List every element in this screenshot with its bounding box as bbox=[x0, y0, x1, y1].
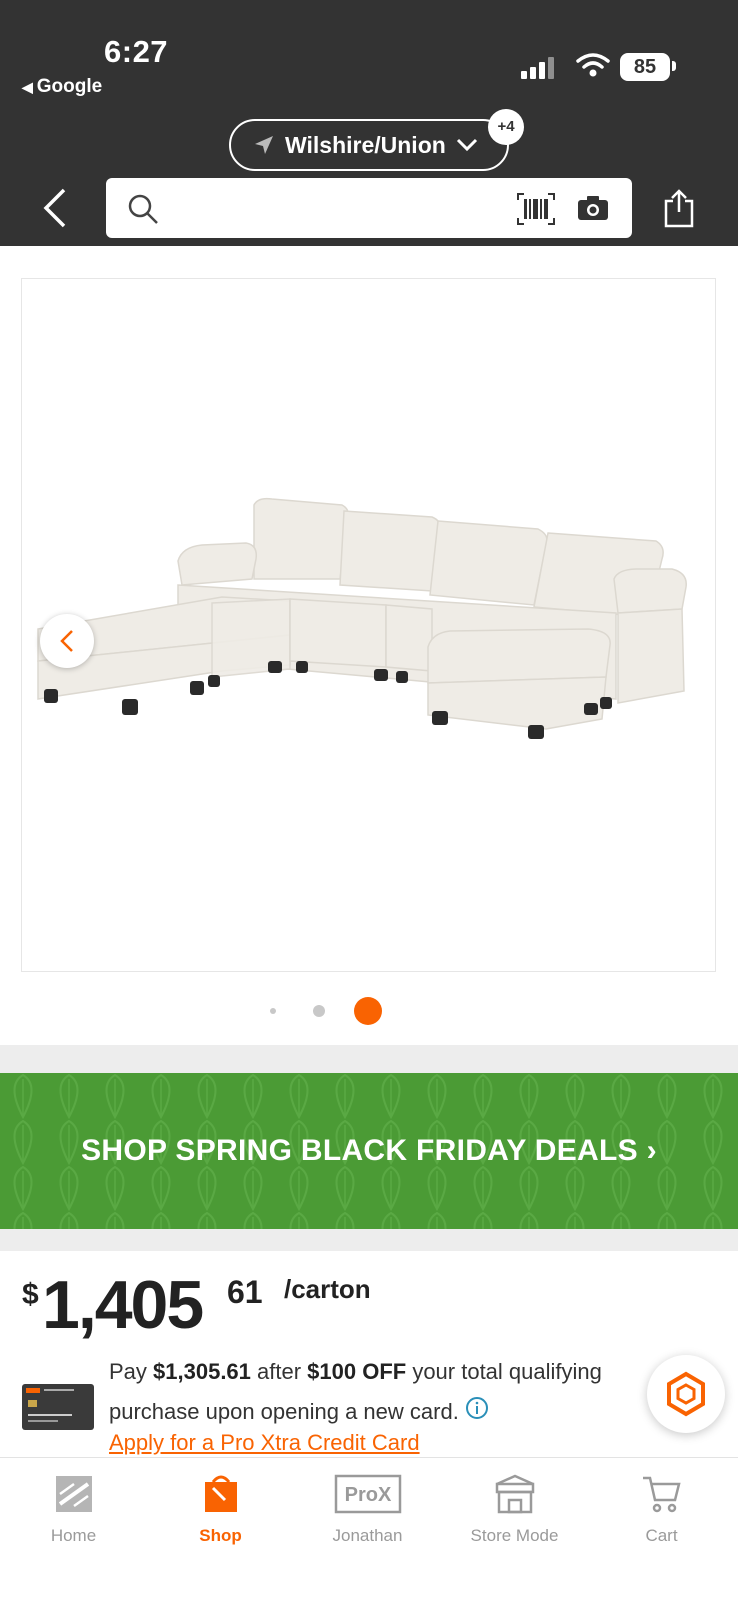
store-icon bbox=[495, 1474, 534, 1514]
price-whole: 1,405 bbox=[42, 1267, 204, 1343]
offer-text: your total qualifying bbox=[406, 1359, 602, 1384]
credit-offer-text: Pay $1,305.61 after $100 OFF your total … bbox=[109, 1352, 669, 1433]
camera-icon[interactable] bbox=[576, 194, 610, 222]
back-triangle-icon: ◀ bbox=[22, 79, 33, 95]
back-to-app-link[interactable]: ◀ Google bbox=[22, 76, 102, 98]
promo-banner-label: SHOP SPRING BLACK FRIDAY DEALS › bbox=[0, 1073, 738, 1229]
store-location-selector[interactable]: Wilshire/Union bbox=[229, 119, 509, 171]
shop-bag-icon bbox=[204, 1475, 237, 1512]
home-depot-logo-icon bbox=[55, 1476, 92, 1512]
wifi-icon bbox=[576, 52, 610, 83]
chevron-right-icon: › bbox=[646, 1134, 657, 1167]
credit-card-image bbox=[22, 1384, 94, 1430]
location-arrow-icon bbox=[255, 136, 273, 154]
carousel-dots bbox=[0, 996, 738, 1026]
offer-discount: $100 OFF bbox=[307, 1359, 407, 1384]
section-divider bbox=[0, 1229, 738, 1251]
cell-signal-icon bbox=[521, 55, 561, 79]
carousel-dot[interactable] bbox=[313, 1005, 325, 1017]
tab-store-mode[interactable]: Store Mode bbox=[441, 1458, 588, 1558]
price-cents: 61 bbox=[227, 1274, 263, 1310]
price-unit: /carton bbox=[284, 1274, 371, 1304]
cart-icon bbox=[642, 1476, 681, 1513]
hexagon-logo-icon bbox=[667, 1371, 705, 1417]
offer-text: after bbox=[250, 1359, 308, 1384]
tab-label: Home bbox=[50, 1526, 97, 1545]
location-count-badge: +4 bbox=[488, 109, 524, 145]
battery-icon: 85 bbox=[620, 53, 670, 81]
status-time: 6:27 bbox=[104, 34, 169, 69]
tab-label: Shop bbox=[199, 1526, 242, 1545]
bottom-tab-bar: Home Shop ProX Jonathan Store Mode Cart bbox=[0, 1457, 738, 1600]
store-location-label: Wilshire/Union bbox=[285, 131, 446, 158]
battery-tip bbox=[672, 61, 676, 71]
floating-action-button[interactable] bbox=[647, 1355, 725, 1433]
chevron-left-icon bbox=[60, 630, 73, 652]
offer-text: Pay bbox=[109, 1359, 154, 1384]
carousel-prev-button[interactable] bbox=[40, 614, 94, 668]
app-header: 6:27 ◀ Google 85 Wilshire/Union +4 bbox=[0, 0, 738, 246]
carousel-dot-active[interactable] bbox=[354, 997, 382, 1025]
promo-text: SHOP SPRING BLACK FRIDAY DEALS bbox=[81, 1134, 638, 1167]
tab-jonathan[interactable]: ProX Jonathan bbox=[294, 1458, 441, 1558]
tab-label: Store Mode bbox=[470, 1526, 559, 1545]
carousel-dot[interactable] bbox=[270, 1008, 276, 1014]
tab-home[interactable]: Home bbox=[0, 1458, 147, 1558]
offer-text: purchase upon opening a new card. bbox=[109, 1399, 459, 1424]
tab-label: Cart bbox=[645, 1526, 678, 1545]
back-button[interactable] bbox=[38, 186, 72, 230]
sectional-sofa-image bbox=[37, 497, 687, 739]
tab-label: Jonathan bbox=[332, 1526, 403, 1545]
search-input[interactable] bbox=[106, 178, 632, 238]
info-icon[interactable] bbox=[465, 1393, 489, 1433]
back-app-label: Google bbox=[36, 76, 103, 97]
chevron-down-icon bbox=[456, 138, 477, 152]
tab-shop[interactable]: Shop bbox=[147, 1458, 294, 1558]
offer-amount: $1,305.61 bbox=[153, 1359, 251, 1384]
search-icon bbox=[128, 194, 158, 224]
product-image-carousel[interactable] bbox=[21, 278, 716, 972]
svg-text:ProX: ProX bbox=[344, 1484, 391, 1506]
price-currency: $ bbox=[22, 1278, 39, 1311]
apply-credit-card-link[interactable]: Apply for a Pro Xtra Credit Card bbox=[109, 1430, 420, 1456]
barcode-scan-icon[interactable] bbox=[516, 192, 556, 226]
chevron-left-icon bbox=[43, 188, 66, 228]
pro-xtra-icon: ProX bbox=[334, 1474, 401, 1514]
share-icon bbox=[664, 189, 694, 228]
tab-cart[interactable]: Cart bbox=[588, 1458, 735, 1558]
share-button[interactable] bbox=[662, 188, 696, 233]
promo-banner[interactable]: SHOP SPRING BLACK FRIDAY DEALS › bbox=[0, 1073, 738, 1229]
section-divider bbox=[0, 1045, 738, 1073]
